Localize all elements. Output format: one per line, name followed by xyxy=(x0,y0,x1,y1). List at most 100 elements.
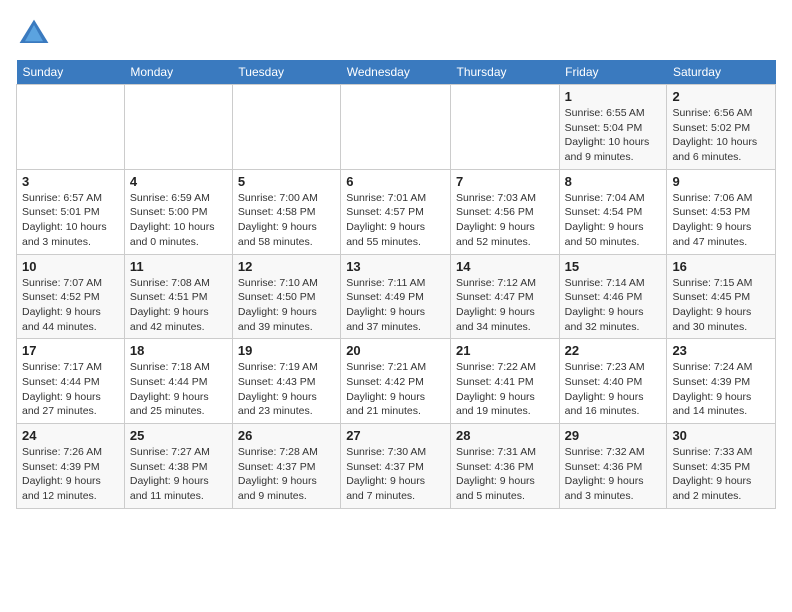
calendar-day-cell: 24 Sunrise: 7:26 AMSunset: 4:39 PMDayligh… xyxy=(17,424,125,509)
calendar-day-cell xyxy=(17,85,125,170)
day-number: 18 xyxy=(130,343,227,358)
weekday-header-cell: Saturday xyxy=(667,60,776,85)
calendar-week-row: 10 Sunrise: 7:07 AMSunset: 4:52 PMDayligh… xyxy=(17,254,776,339)
calendar-day-cell xyxy=(450,85,559,170)
day-info: Sunrise: 7:07 AMSunset: 4:52 PMDaylight:… xyxy=(22,276,119,335)
calendar-day-cell xyxy=(232,85,340,170)
calendar-day-cell: 28Sunrise: 7:31 AMSunset: 4:36 PMDayligh… xyxy=(450,424,559,509)
day-info: Sunrise: 7:14 AMSunset: 4:46 PMDaylight:… xyxy=(565,276,662,335)
day-number: 20 xyxy=(346,343,445,358)
day-info: Sunrise: 7:32 AMSunset: 4:36 PMDaylight:… xyxy=(565,445,662,504)
day-info: Sunrise: 7:03 AMSunset: 4:56 PMDaylight:… xyxy=(456,191,554,250)
day-number: 23 xyxy=(672,343,770,358)
logo xyxy=(16,16,56,52)
day-number: 11 xyxy=(130,259,227,274)
day-info: Sunrise: 7:26 AMSunset: 4:39 PMDaylight:… xyxy=(22,445,119,504)
weekday-header-row: SundayMondayTuesdayWednesdayThursdayFrid… xyxy=(17,60,776,85)
day-number: 17 xyxy=(22,343,119,358)
calendar-day-cell: 19 Sunrise: 7:19 AMSunset: 4:43 PMDayligh… xyxy=(232,339,340,424)
day-number: 29 xyxy=(565,428,662,443)
day-info: Sunrise: 7:11 AMSunset: 4:49 PMDaylight:… xyxy=(346,276,445,335)
calendar-day-cell: 10 Sunrise: 7:07 AMSunset: 4:52 PMDayligh… xyxy=(17,254,125,339)
calendar-day-cell: 16 Sunrise: 7:15 AMSunset: 4:45 PMDayligh… xyxy=(667,254,776,339)
calendar-day-cell: 25 Sunrise: 7:27 AMSunset: 4:38 PMDayligh… xyxy=(124,424,232,509)
day-number: 27 xyxy=(346,428,445,443)
day-number: 25 xyxy=(130,428,227,443)
calendar-body: 1 Sunrise: 6:55 AMSunset: 5:04 PMDaylight… xyxy=(17,85,776,509)
day-info: Sunrise: 7:17 AMSunset: 4:44 PMDaylight:… xyxy=(22,360,119,419)
calendar-day-cell: 23 Sunrise: 7:24 AMSunset: 4:39 PMDayligh… xyxy=(667,339,776,424)
calendar-day-cell: 5 Sunrise: 7:00 AMSunset: 4:58 PMDaylight… xyxy=(232,169,340,254)
day-info: Sunrise: 7:28 AMSunset: 4:37 PMDaylight:… xyxy=(238,445,335,504)
day-number: 8 xyxy=(565,174,662,189)
day-info: Sunrise: 7:00 AMSunset: 4:58 PMDaylight:… xyxy=(238,191,335,250)
day-info: Sunrise: 7:27 AMSunset: 4:38 PMDaylight:… xyxy=(130,445,227,504)
day-number: 2 xyxy=(672,89,770,104)
calendar-day-cell: 2 Sunrise: 6:56 AMSunset: 5:02 PMDaylight… xyxy=(667,85,776,170)
weekday-header-cell: Friday xyxy=(559,60,667,85)
calendar-week-row: 1 Sunrise: 6:55 AMSunset: 5:04 PMDaylight… xyxy=(17,85,776,170)
calendar-day-cell: 9 Sunrise: 7:06 AMSunset: 4:53 PMDaylight… xyxy=(667,169,776,254)
day-info: Sunrise: 6:59 AMSunset: 5:00 PMDaylight:… xyxy=(130,191,227,250)
day-info: Sunrise: 6:55 AMSunset: 5:04 PMDaylight:… xyxy=(565,106,662,165)
day-number: 24 xyxy=(22,428,119,443)
day-info: Sunrise: 7:10 AMSunset: 4:50 PMDaylight:… xyxy=(238,276,335,335)
calendar-day-cell: 20Sunrise: 7:21 AMSunset: 4:42 PMDayligh… xyxy=(341,339,451,424)
day-number: 12 xyxy=(238,259,335,274)
calendar-day-cell: 18Sunrise: 7:18 AMSunset: 4:44 PMDayligh… xyxy=(124,339,232,424)
day-number: 10 xyxy=(22,259,119,274)
calendar-day-cell: 17 Sunrise: 7:17 AMSunset: 4:44 PMDayligh… xyxy=(17,339,125,424)
day-number: 1 xyxy=(565,89,662,104)
day-info: Sunrise: 7:19 AMSunset: 4:43 PMDaylight:… xyxy=(238,360,335,419)
calendar-day-cell: 21Sunrise: 7:22 AMSunset: 4:41 PMDayligh… xyxy=(450,339,559,424)
day-number: 5 xyxy=(238,174,335,189)
day-number: 13 xyxy=(346,259,445,274)
calendar-day-cell: 13 Sunrise: 7:11 AMSunset: 4:49 PMDayligh… xyxy=(341,254,451,339)
day-info: Sunrise: 6:56 AMSunset: 5:02 PMDaylight:… xyxy=(672,106,770,165)
weekday-header-cell: Monday xyxy=(124,60,232,85)
calendar-day-cell: 29 Sunrise: 7:32 AMSunset: 4:36 PMDayligh… xyxy=(559,424,667,509)
calendar-day-cell: 11 Sunrise: 7:08 AMSunset: 4:51 PMDayligh… xyxy=(124,254,232,339)
calendar-day-cell: 7Sunrise: 7:03 AMSunset: 4:56 PMDaylight… xyxy=(450,169,559,254)
day-number: 6 xyxy=(346,174,445,189)
calendar-table: SundayMondayTuesdayWednesdayThursdayFrid… xyxy=(16,60,776,509)
calendar-day-cell: 4 Sunrise: 6:59 AMSunset: 5:00 PMDaylight… xyxy=(124,169,232,254)
day-number: 30 xyxy=(672,428,770,443)
day-number: 19 xyxy=(238,343,335,358)
day-number: 16 xyxy=(672,259,770,274)
day-number: 9 xyxy=(672,174,770,189)
calendar-day-cell: 27 Sunrise: 7:30 AMSunset: 4:37 PMDayligh… xyxy=(341,424,451,509)
day-info: Sunrise: 7:33 AMSunset: 4:35 PMDaylight:… xyxy=(672,445,770,504)
calendar-day-cell: 15 Sunrise: 7:14 AMSunset: 4:46 PMDayligh… xyxy=(559,254,667,339)
calendar-day-cell: 1 Sunrise: 6:55 AMSunset: 5:04 PMDaylight… xyxy=(559,85,667,170)
day-info: Sunrise: 7:08 AMSunset: 4:51 PMDaylight:… xyxy=(130,276,227,335)
calendar-day-cell: 22Sunrise: 7:23 AMSunset: 4:40 PMDayligh… xyxy=(559,339,667,424)
calendar-day-cell: 8 Sunrise: 7:04 AMSunset: 4:54 PMDaylight… xyxy=(559,169,667,254)
calendar-day-cell xyxy=(341,85,451,170)
day-number: 26 xyxy=(238,428,335,443)
weekday-header-cell: Wednesday xyxy=(341,60,451,85)
day-info: Sunrise: 7:31 AMSunset: 4:36 PMDaylight:… xyxy=(456,445,554,504)
calendar-day-cell: 30 Sunrise: 7:33 AMSunset: 4:35 PMDayligh… xyxy=(667,424,776,509)
day-info: Sunrise: 7:24 AMSunset: 4:39 PMDaylight:… xyxy=(672,360,770,419)
calendar-week-row: 24 Sunrise: 7:26 AMSunset: 4:39 PMDayligh… xyxy=(17,424,776,509)
calendar-week-row: 17 Sunrise: 7:17 AMSunset: 4:44 PMDayligh… xyxy=(17,339,776,424)
day-info: Sunrise: 7:15 AMSunset: 4:45 PMDaylight:… xyxy=(672,276,770,335)
calendar-day-cell: 14Sunrise: 7:12 AMSunset: 4:47 PMDayligh… xyxy=(450,254,559,339)
calendar-day-cell: 3Sunrise: 6:57 AMSunset: 5:01 PMDaylight… xyxy=(17,169,125,254)
day-info: Sunrise: 7:04 AMSunset: 4:54 PMDaylight:… xyxy=(565,191,662,250)
calendar-day-cell: 6 Sunrise: 7:01 AMSunset: 4:57 PMDaylight… xyxy=(341,169,451,254)
day-info: Sunrise: 7:01 AMSunset: 4:57 PMDaylight:… xyxy=(346,191,445,250)
weekday-header-cell: Thursday xyxy=(450,60,559,85)
day-info: Sunrise: 7:06 AMSunset: 4:53 PMDaylight:… xyxy=(672,191,770,250)
day-number: 14 xyxy=(456,259,554,274)
page-header xyxy=(16,16,776,52)
calendar-day-cell: 26 Sunrise: 7:28 AMSunset: 4:37 PMDayligh… xyxy=(232,424,340,509)
weekday-header-cell: Sunday xyxy=(17,60,125,85)
day-number: 21 xyxy=(456,343,554,358)
day-number: 4 xyxy=(130,174,227,189)
calendar-day-cell xyxy=(124,85,232,170)
day-info: Sunrise: 7:30 AMSunset: 4:37 PMDaylight:… xyxy=(346,445,445,504)
day-number: 15 xyxy=(565,259,662,274)
day-info: Sunrise: 6:57 AMSunset: 5:01 PMDaylight:… xyxy=(22,191,119,250)
